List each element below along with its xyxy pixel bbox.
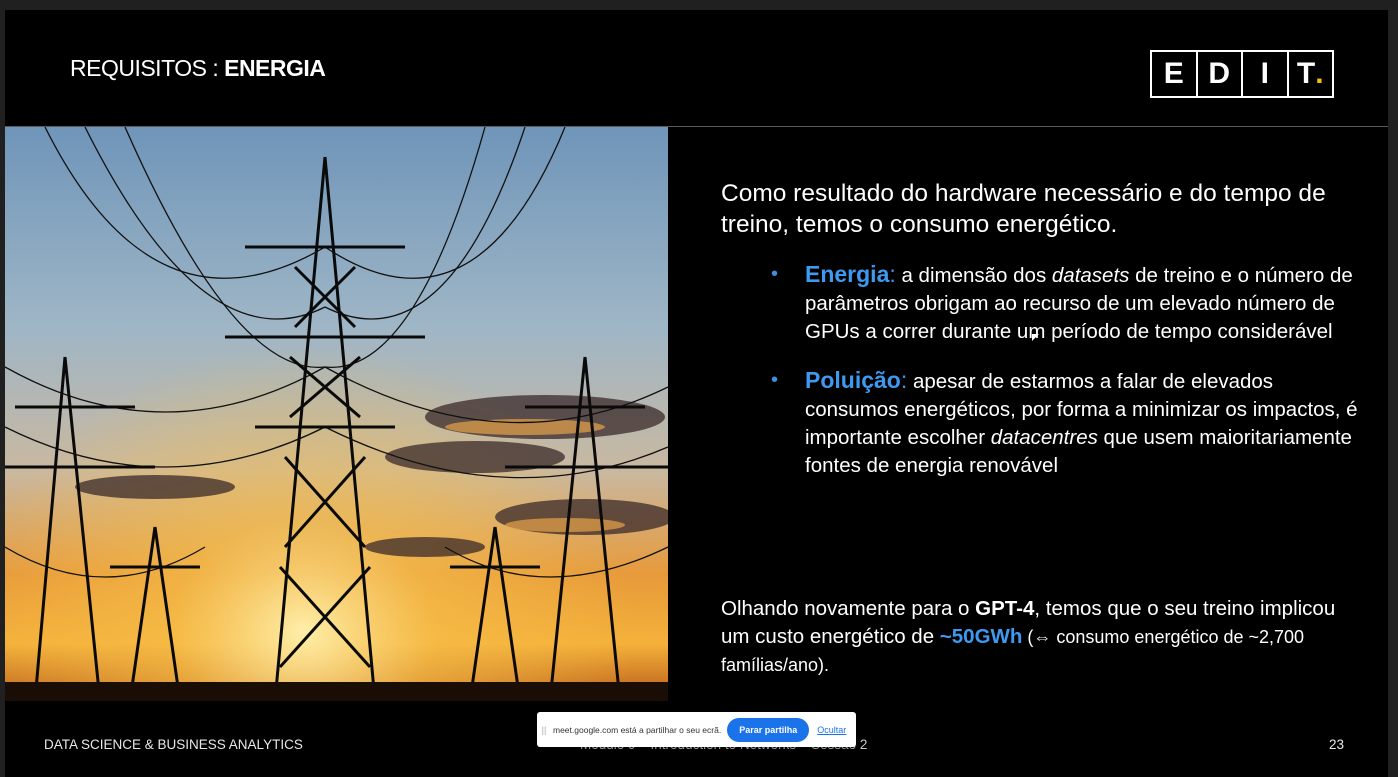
logo-letter-i: I bbox=[1243, 52, 1289, 96]
gpt4-paragraph: Olhando novamente para o GPT-4, temos qu… bbox=[721, 597, 1336, 675]
logo-letter-e: E bbox=[1152, 52, 1198, 96]
bullet-list: • Energia: a dimensão dos datasets de tr… bbox=[721, 260, 1361, 480]
slide-title-prefix: REQUISITOS : bbox=[70, 55, 225, 81]
bullet-icon: • bbox=[771, 263, 779, 285]
bullet-icon: • bbox=[771, 369, 779, 391]
mouse-cursor-icon bbox=[1032, 334, 1039, 341]
edit-logo: E D I T. bbox=[1150, 50, 1334, 98]
bullet-keyword: Energia bbox=[805, 261, 890, 287]
energy-highlight: ~50GWh bbox=[939, 625, 1023, 648]
drag-handle-icon[interactable]: || bbox=[537, 725, 551, 735]
bullet-energy: • Energia: a dimensão dos datasets de tr… bbox=[771, 261, 1353, 343]
hide-bar-link[interactable]: Ocultar bbox=[817, 725, 846, 735]
logo-letter-t: T. bbox=[1296, 57, 1324, 90]
bullet-keyword: Poluição bbox=[805, 367, 901, 393]
slide-body: Como resultado do hardware necessário e … bbox=[721, 178, 1361, 500]
bullet-pollution: • Poluição: apesar de estarmos a falar d… bbox=[771, 367, 1358, 477]
power-pylons-image bbox=[5, 127, 668, 701]
slide-title: REQUISITOS : ENERGIA bbox=[70, 55, 326, 82]
screen-share-bar: || meet.google.com está a partilhar o se… bbox=[537, 712, 856, 747]
stop-sharing-button[interactable]: Parar partilha bbox=[727, 717, 810, 742]
logo-dot: . bbox=[1315, 57, 1324, 90]
page-number: 23 bbox=[1329, 737, 1345, 752]
intro-paragraph: Como resultado do hardware necessário e … bbox=[721, 180, 1326, 238]
logo-letter-d: D bbox=[1198, 52, 1243, 96]
presentation-slide: REQUISITOS : ENERGIA E D I T. Como resul… bbox=[5, 10, 1388, 777]
footer-course: DATA SCIENCE & BUSINESS ANALYTICS bbox=[44, 737, 303, 752]
share-message: meet.google.com está a partilhar o seu e… bbox=[553, 724, 722, 735]
slide-title-main: ENERGIA bbox=[224, 55, 326, 81]
